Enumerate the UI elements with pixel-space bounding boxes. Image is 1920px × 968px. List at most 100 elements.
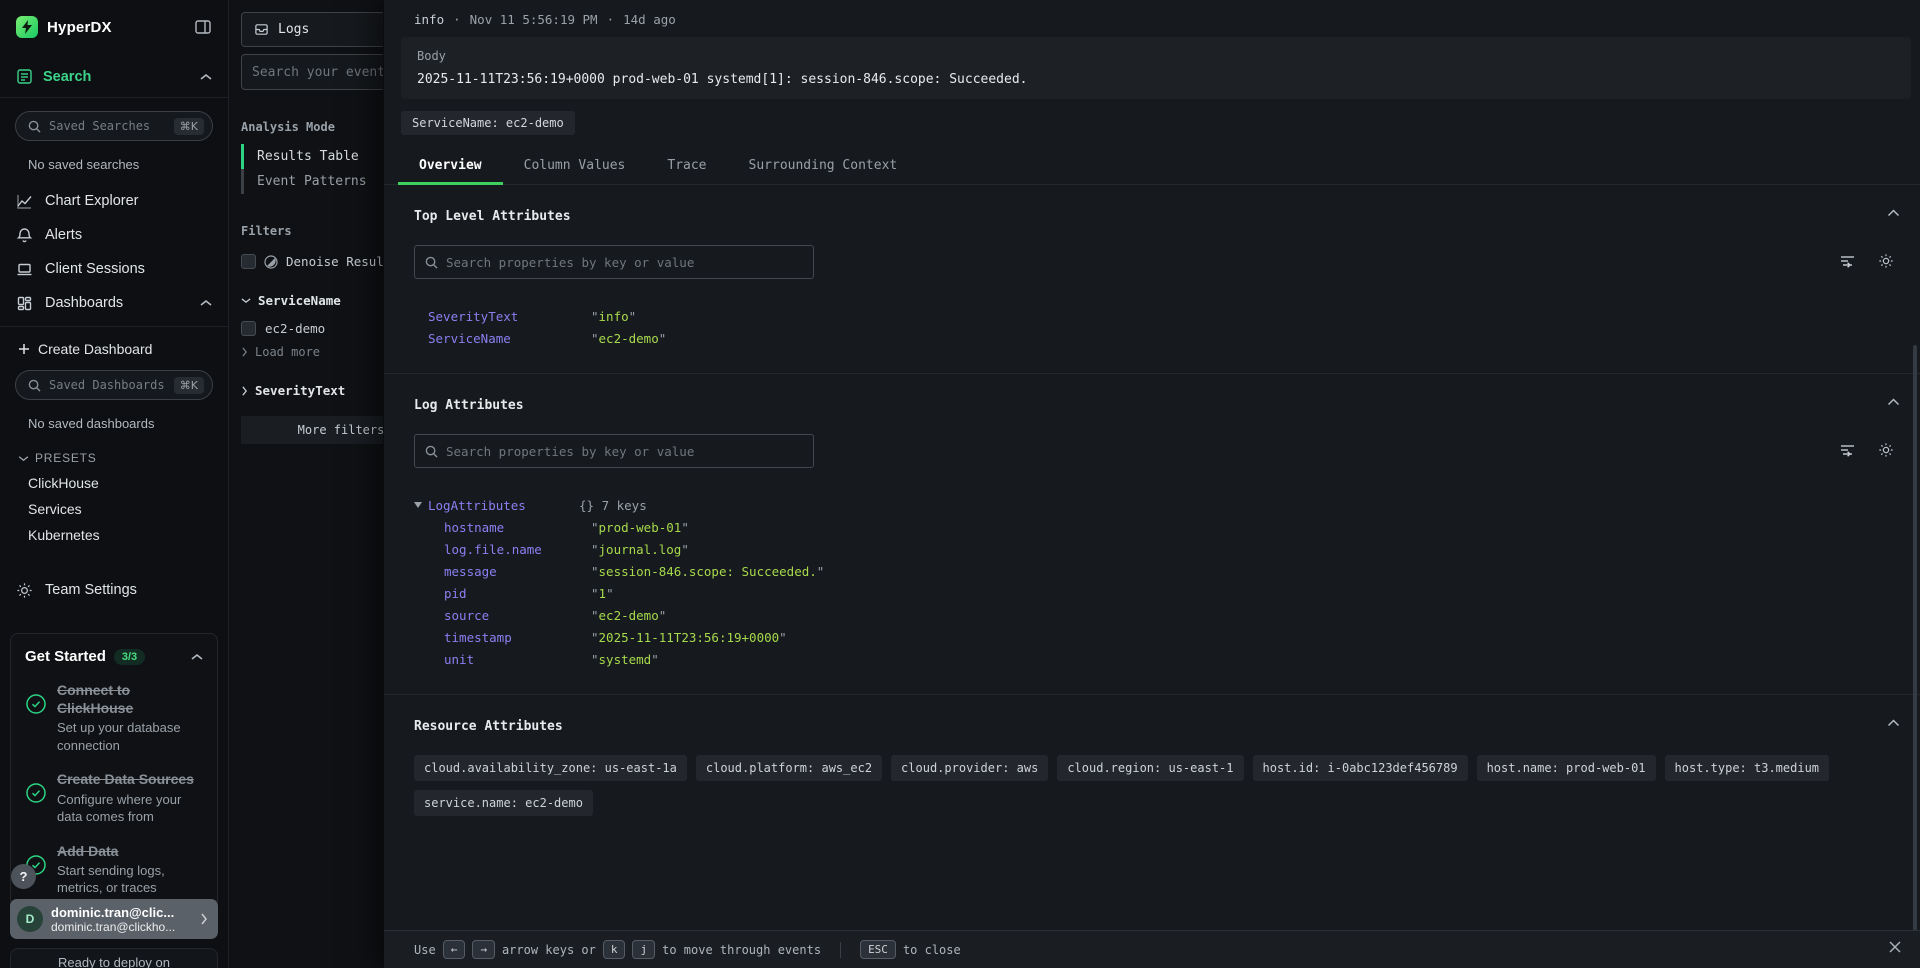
step-title: Connect to ClickHouse — [57, 681, 203, 717]
chart-icon — [16, 193, 33, 210]
scrollbar-thumb[interactable] — [1913, 345, 1917, 930]
sidebar-item-client-sessions[interactable]: Client Sessions — [0, 252, 228, 286]
resource-chip[interactable]: host.id: i-0abc123def456789 — [1253, 755, 1468, 781]
resource-chip[interactable]: cloud.platform: aws_ec2 — [696, 755, 882, 781]
resource-chip[interactable]: cloud.provider: aws — [891, 755, 1048, 781]
chevron-up-icon[interactable] — [1887, 719, 1900, 727]
resource-chip[interactable]: host.name: prod-web-01 — [1477, 755, 1656, 781]
sidebar-item-alerts[interactable]: Alerts — [0, 218, 228, 252]
attribute-value[interactable]: 1 — [591, 586, 1894, 601]
property-search-input[interactable] — [446, 255, 803, 270]
saved-searches-input[interactable]: ⌘K — [15, 111, 213, 141]
gear-icon[interactable] — [1878, 253, 1894, 269]
tab-column-values[interactable]: Column Values — [503, 147, 647, 184]
attribute-value[interactable]: info — [591, 309, 1894, 324]
source-selector-button[interactable]: Logs — [241, 12, 383, 47]
tab-surrounding-context[interactable]: Surrounding Context — [728, 147, 919, 184]
preset-kubernetes[interactable]: Kubernetes — [28, 527, 212, 543]
tab-overview[interactable]: Overview — [398, 147, 503, 184]
checkbox[interactable] — [241, 321, 256, 336]
sidebar-item-dashboards[interactable]: Dashboards — [0, 286, 228, 320]
attribute-key[interactable]: hostname — [428, 520, 591, 535]
more-filters-button[interactable]: More filters — [241, 416, 383, 444]
attribute-key[interactable]: ServiceName — [428, 331, 591, 346]
chevron-up-icon[interactable] — [200, 73, 212, 81]
wrap-lines-icon[interactable] — [1839, 442, 1856, 458]
attribute-key[interactable]: SeverityText — [428, 309, 591, 324]
wrap-lines-icon[interactable] — [1839, 253, 1856, 269]
tree-root-key[interactable]: LogAttributes — [414, 498, 591, 513]
resource-chip[interactable]: cloud.availability_zone: us-east-1a — [414, 755, 687, 781]
property-search-box[interactable] — [414, 434, 814, 468]
resource-chips: cloud.availability_zone: us-east-1a clou… — [414, 755, 1894, 816]
attribute-key[interactable]: source — [428, 608, 591, 623]
no-saved-searches-text: No saved searches — [28, 157, 212, 172]
attribute-value[interactable]: session-846.scope: Succeeded. — [591, 564, 1894, 579]
property-search-box[interactable] — [414, 245, 814, 279]
attribute-value[interactable]: systemd — [591, 652, 1894, 667]
caret-down-icon[interactable] — [414, 502, 422, 508]
attribute-value[interactable]: 2025-11-11T23:56:19+0000 — [591, 630, 1894, 645]
attribute-value[interactable]: journal.log — [591, 542, 1894, 557]
user-menu[interactable]: D dominic.tran@clic... dominic.tran@clic… — [10, 899, 218, 939]
search-icon — [28, 120, 41, 133]
resource-chip[interactable]: cloud.region: us-east-1 — [1057, 755, 1243, 781]
chevron-up-icon[interactable] — [191, 653, 203, 661]
filter-group-severitytext[interactable]: SeverityText — [241, 383, 383, 398]
mode-results-table[interactable]: Results Table — [241, 144, 383, 169]
attribute-row: timestamp 2025-11-11T23:56:19+0000 — [428, 626, 1894, 648]
hyperdx-logo-icon — [16, 16, 38, 38]
saved-dashboards-input[interactable]: ⌘K — [15, 370, 213, 400]
attribute-value[interactable]: ec2-demo — [591, 331, 1894, 346]
collapse-sidebar-icon[interactable] — [194, 18, 212, 36]
saved-searches-field[interactable] — [49, 119, 166, 133]
property-search-input[interactable] — [446, 444, 803, 459]
divider — [0, 326, 228, 327]
shortcut-badge: ⌘K — [174, 118, 204, 135]
checkbox[interactable] — [241, 254, 256, 269]
key-left-arrow: ← — [443, 940, 466, 959]
attribute-key[interactable]: message — [428, 564, 591, 579]
preset-services[interactable]: Services — [28, 501, 212, 517]
resource-chip[interactable]: service.name: ec2-demo — [414, 790, 593, 816]
tab-trace[interactable]: Trace — [646, 147, 727, 184]
search-section-header[interactable]: Search — [0, 48, 228, 98]
filter-option-ec2-demo[interactable]: ec2-demo — [241, 321, 383, 336]
attribute-value[interactable]: ec2-demo — [591, 608, 1894, 623]
divider — [840, 942, 841, 958]
resource-chip[interactable]: host.type: t3.medium — [1665, 755, 1830, 781]
drawer-content: Top Level Attributes Seve — [384, 185, 1920, 930]
load-more-button[interactable]: Load more — [241, 345, 383, 359]
attribute-key[interactable]: unit — [428, 652, 591, 667]
help-button[interactable]: ? — [11, 864, 36, 889]
get-started-step[interactable]: Create Data Sources Configure where your… — [25, 770, 203, 825]
chevron-up-icon[interactable] — [200, 299, 212, 307]
event-search-input[interactable] — [252, 65, 383, 80]
logs-source-icon — [254, 22, 269, 37]
create-dashboard-button[interactable]: Create Dashboard — [18, 341, 212, 357]
get-started-step[interactable]: Connect to ClickHouse Set up your databa… — [25, 681, 203, 754]
chevron-up-icon[interactable] — [1887, 209, 1900, 217]
preset-clickhouse[interactable]: ClickHouse — [28, 475, 212, 491]
servicename-tag-chip[interactable]: ServiceName: ec2-demo — [401, 111, 575, 135]
attribute-row: hostname prod-web-01 — [428, 516, 1894, 538]
presets-toggle[interactable]: PRESETS — [18, 451, 212, 465]
gear-icon[interactable] — [1878, 442, 1894, 458]
drawer-footer: Use ← → arrow keys or k j to move throug… — [384, 930, 1920, 968]
get-started-step[interactable]: Add Data Start sending logs, metrics, or… — [25, 842, 203, 897]
sidebar-item-chart-explorer[interactable]: Chart Explorer — [0, 184, 228, 218]
laptop-icon — [16, 261, 33, 278]
attribute-value[interactable]: prod-web-01 — [591, 520, 1894, 535]
denoise-results-toggle[interactable]: Denoise Results — [241, 254, 383, 269]
chevron-up-icon[interactable] — [1887, 398, 1900, 406]
attribute-key[interactable]: pid — [428, 586, 591, 601]
close-icon[interactable] — [1888, 940, 1902, 954]
sidebar-item-team-settings[interactable]: Team Settings — [0, 573, 228, 607]
attribute-key[interactable]: timestamp — [428, 630, 591, 645]
get-started-card: Get Started 3/3 Connect to ClickHouse Se… — [10, 633, 218, 908]
mode-event-patterns[interactable]: Event Patterns — [241, 169, 383, 194]
filter-group-servicename[interactable]: ServiceName — [241, 293, 383, 308]
event-search-box[interactable] — [241, 54, 383, 90]
attribute-key[interactable]: log.file.name — [428, 542, 591, 557]
saved-dashboards-field[interactable] — [49, 378, 166, 392]
